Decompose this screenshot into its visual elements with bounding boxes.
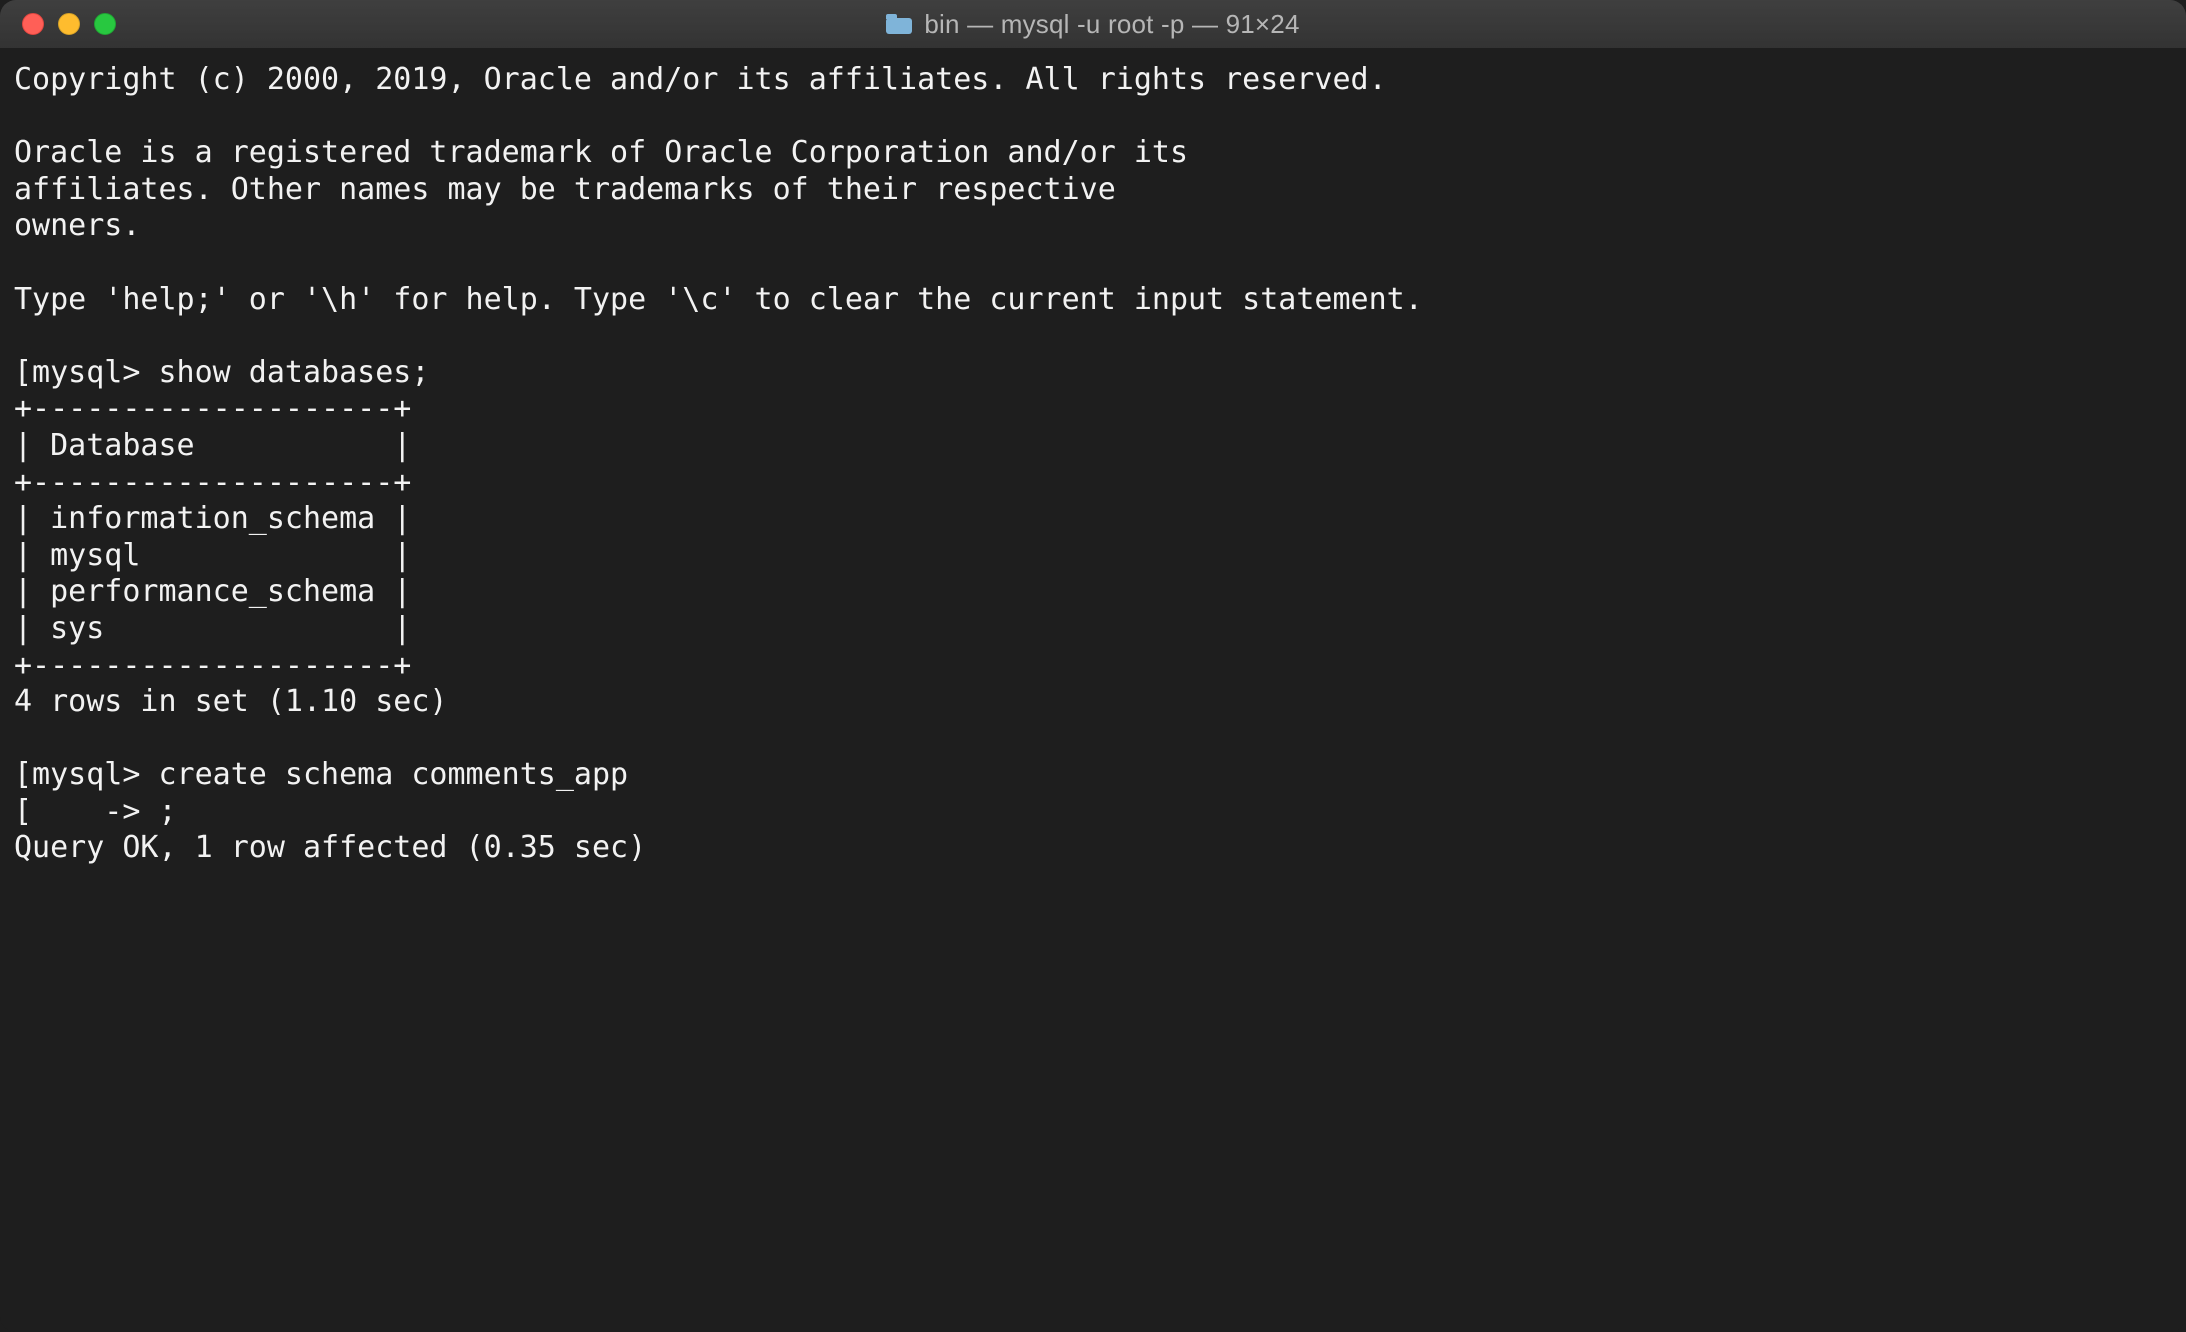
help-line: Type 'help;' or '\h' for help. Type '\c'… [14,282,1423,317]
copyright-line: Copyright (c) 2000, 2019, Oracle and/or … [14,62,1387,97]
zoom-icon[interactable] [94,13,116,35]
titlebar[interactable]: bin — mysql -u root -p — 91×24 [0,0,2186,48]
terminal-body[interactable]: Copyright (c) 2000, 2019, Oracle and/or … [0,48,2186,1332]
row-count: 4 rows in set (1.10 sec) [14,684,447,719]
close-icon[interactable] [22,13,44,35]
traffic-lights [22,13,116,35]
table-row: | sys | [14,611,411,646]
table-row: | mysql | [14,538,411,573]
folder-icon [886,14,912,34]
trademark-line: Oracle is a registered trademark of Orac… [14,135,1188,170]
table-row: | information_schema | [14,501,411,536]
table-border: +--------------------+ [14,465,411,500]
table-row: | performance_schema | [14,574,411,609]
mysql-continuation: [ -> ; [14,794,177,829]
window-title: bin — mysql -u root -p — 91×24 [924,9,1299,40]
mysql-prompt: [mysql> show databases; [14,355,429,390]
trademark-line: owners. [14,208,140,243]
table-border: +--------------------+ [14,391,411,426]
title-center: bin — mysql -u root -p — 91×24 [0,9,2186,40]
terminal-output: Copyright (c) 2000, 2019, Oracle and/or … [14,62,2172,867]
table-border: +--------------------+ [14,648,411,683]
minimize-icon[interactable] [58,13,80,35]
trademark-line: affiliates. Other names may be trademark… [14,172,1116,207]
table-header: | Database | [14,428,411,463]
mysql-prompt: [mysql> create schema comments_app [14,757,628,792]
terminal-window: bin — mysql -u root -p — 91×24 Copyright… [0,0,2186,1332]
query-result: Query OK, 1 row affected (0.35 sec) [14,830,646,865]
